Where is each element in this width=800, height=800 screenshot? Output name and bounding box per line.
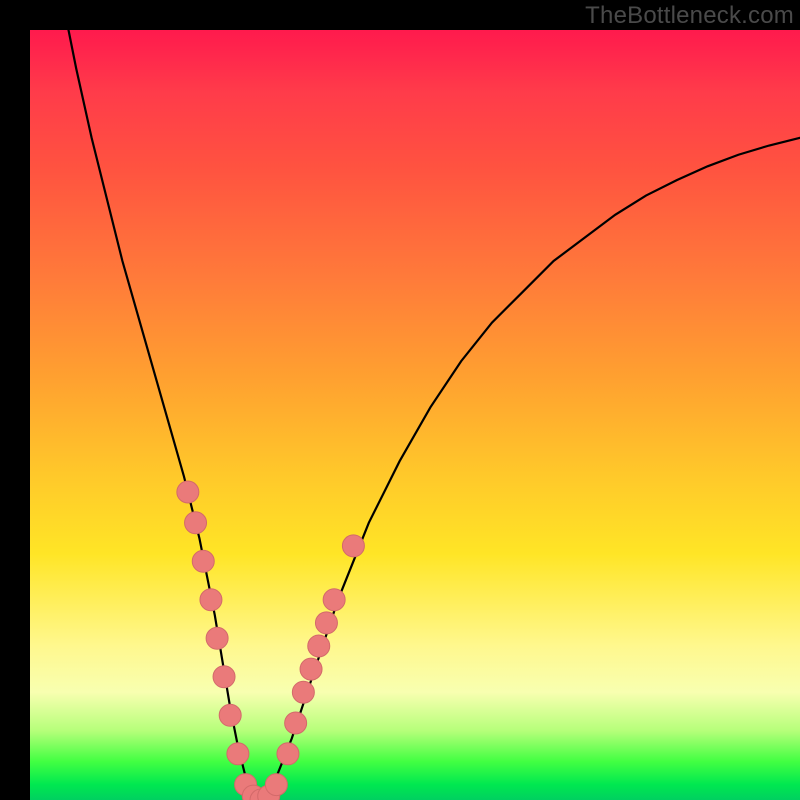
data-point-left-cluster-7 [219, 704, 241, 726]
data-point-right-cluster-4 [300, 658, 322, 680]
data-point-right-cluster-7 [323, 589, 345, 611]
data-point-left-cluster-4 [200, 589, 222, 611]
chart-frame: TheBottleneck.com [0, 0, 800, 800]
data-point-right-cluster-2 [285, 712, 307, 734]
data-point-left-cluster-8 [227, 743, 249, 765]
data-point-left-cluster-1 [177, 481, 199, 503]
data-point-left-cluster-3 [192, 550, 214, 572]
watermark-text: TheBottleneck.com [585, 2, 794, 30]
plot-area [30, 30, 800, 800]
data-point-right-outlier [342, 535, 364, 557]
bottleneck-curve [69, 30, 800, 800]
data-point-right-cluster-1 [277, 743, 299, 765]
data-points-group [177, 481, 365, 800]
chart-overlay [30, 30, 800, 800]
data-point-left-cluster-6 [213, 666, 235, 688]
data-point-right-cluster-6 [315, 612, 337, 634]
data-point-right-cluster-3 [292, 681, 314, 703]
data-point-bottom-5 [265, 774, 287, 796]
data-point-left-cluster-2 [185, 512, 207, 534]
data-point-right-cluster-5 [308, 635, 330, 657]
data-point-left-cluster-5 [206, 627, 228, 649]
